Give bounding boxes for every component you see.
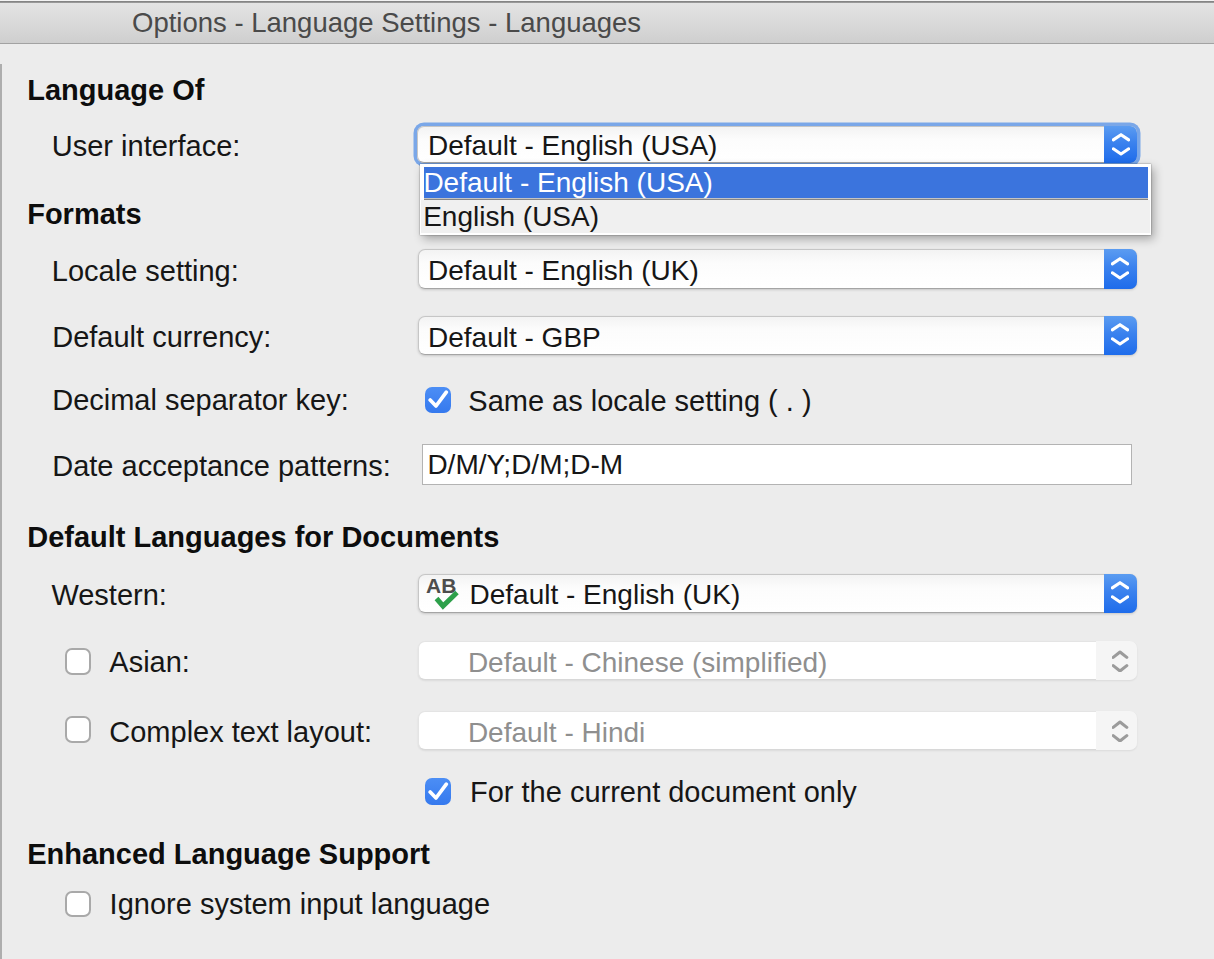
svg-text:AB: AB: [426, 576, 456, 597]
